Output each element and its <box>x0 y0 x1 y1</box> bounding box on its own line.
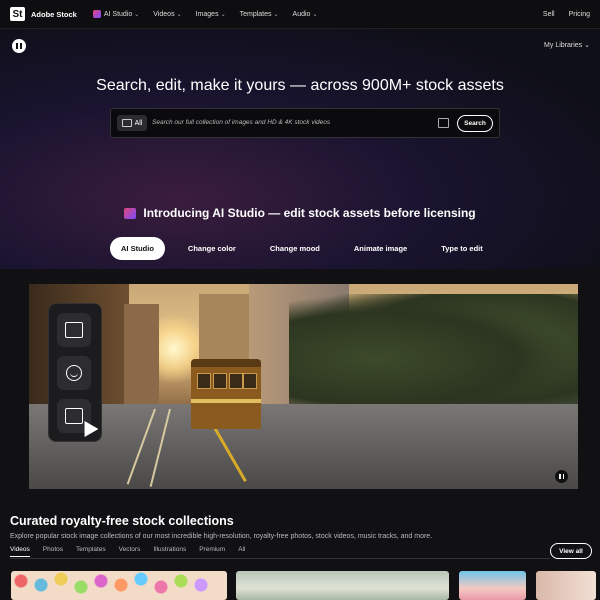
pause-icon <box>562 474 564 479</box>
tab-change-mood[interactable]: Change mood <box>259 237 331 260</box>
visual-search-icon[interactable] <box>438 118 449 128</box>
search-button[interactable]: Search <box>457 115 493 132</box>
tab-videos[interactable]: Videos <box>10 546 30 557</box>
my-libraries-dropdown[interactable]: My Libraries ⌄ <box>544 41 590 49</box>
nav-item-images[interactable]: Images ⌄ <box>196 10 226 18</box>
tab-vectors[interactable]: Vectors <box>119 546 141 557</box>
search-bar: All Search our full collection of images… <box>110 108 500 138</box>
nav-menu: AI Studio ⌄ Videos ⌄ Images ⌄ Templates … <box>92 10 332 18</box>
video-pause-button[interactable] <box>555 470 568 483</box>
curated-title: Curated royalty-free stock collections <box>10 514 234 528</box>
chevron-down-icon: ⌄ <box>273 11 279 18</box>
nav-item-videos[interactable]: Videos ⌄ <box>153 10 181 18</box>
video-road <box>29 404 578 489</box>
ai-studio-tabs: AI Studio Change color Change mood Anima… <box>110 237 506 260</box>
brand-name[interactable]: Adobe Stock <box>31 10 77 19</box>
smile-icon <box>66 365 82 381</box>
generative-edit-tool[interactable] <box>57 313 91 347</box>
collection-thumbnail[interactable] <box>459 571 526 600</box>
tab-change-color[interactable]: Change color <box>177 237 247 260</box>
nav-item-label: AI Studio <box>103 10 133 18</box>
top-navigation: St Adobe Stock AI Studio ⌄ Videos ⌄ Imag… <box>0 0 600 29</box>
tram-window <box>229 373 243 389</box>
ai-studio-intro: Introducing AI Studio — edit stock asset… <box>0 206 600 220</box>
chevron-down-icon: ⌄ <box>220 11 226 18</box>
hero-section <box>0 29 600 269</box>
tab-illustrations[interactable]: Illustrations <box>153 546 186 557</box>
search-input[interactable]: Search our full collection of images and… <box>152 119 330 126</box>
adobe-stock-logo[interactable]: St <box>10 7 25 21</box>
tram-roof <box>191 359 261 367</box>
tab-templates[interactable]: Templates <box>76 546 106 557</box>
tab-premium[interactable]: Premium <box>199 546 225 557</box>
tab-animate-image[interactable]: Animate image <box>343 237 418 260</box>
tab-type-to-edit[interactable]: Type to edit <box>430 237 494 260</box>
pause-icon <box>16 43 18 49</box>
nav-right: Sell Pricing <box>543 0 590 28</box>
chevron-down-icon: ⌄ <box>134 11 140 18</box>
film-icon <box>65 408 83 424</box>
nav-item-label: Videos <box>153 10 175 18</box>
chevron-down-icon: ⌄ <box>312 11 318 18</box>
ai-studio-icon <box>92 10 101 18</box>
tram-window <box>243 373 257 389</box>
tab-all[interactable]: All <box>238 546 245 557</box>
chevron-down-icon: ⌄ <box>176 11 182 18</box>
video-building <box>124 304 159 414</box>
my-libraries-label: My Libraries <box>544 42 583 49</box>
tram-window <box>197 373 211 389</box>
curated-tabs: Videos Photos Templates Vectors Illustra… <box>10 546 258 557</box>
hero-pause-button[interactable] <box>12 39 26 53</box>
ai-studio-icon <box>124 207 137 219</box>
nav-sell-link[interactable]: Sell <box>543 11 555 18</box>
image-sparkle-icon <box>65 322 83 338</box>
tram-window <box>213 373 227 389</box>
nav-item-templates[interactable]: Templates ⌄ <box>240 10 279 18</box>
collection-thumbnail[interactable] <box>236 571 449 600</box>
tab-ai-studio[interactable]: AI Studio <box>110 237 165 260</box>
chevron-down-icon: ⌄ <box>584 42 590 49</box>
view-all-button[interactable]: View all <box>550 543 592 559</box>
divider <box>10 558 550 559</box>
pause-icon <box>559 474 561 479</box>
tab-photos[interactable]: Photos <box>43 546 63 557</box>
nav-pricing-link[interactable]: Pricing <box>569 11 590 18</box>
search-filter-dropdown[interactable]: All <box>117 115 147 131</box>
search-filter-label: All <box>134 119 143 127</box>
nav-item-label: Templates <box>239 10 272 18</box>
change-mood-tool[interactable] <box>57 356 91 390</box>
nav-item-label: Images <box>195 10 219 18</box>
nav-item-audio[interactable]: Audio ⌄ <box>293 10 318 18</box>
nav-item-label: Audio <box>292 10 311 18</box>
tram-stripe <box>191 399 261 403</box>
image-icon <box>121 119 132 127</box>
nav-item-ai-studio[interactable]: AI Studio ⌄ <box>92 10 140 18</box>
intro-title: Introducing AI Studio — edit stock asset… <box>143 206 476 220</box>
collection-thumbnail[interactable] <box>536 571 596 600</box>
ai-studio-demo-video[interactable] <box>29 284 578 489</box>
curated-subtitle: Explore popular stock image collections … <box>10 533 433 540</box>
pause-icon <box>20 43 22 49</box>
hero-title: Search, edit, make it yours — across 900… <box>96 77 504 94</box>
video-tram <box>191 359 261 429</box>
collection-thumbnail[interactable] <box>11 571 227 600</box>
